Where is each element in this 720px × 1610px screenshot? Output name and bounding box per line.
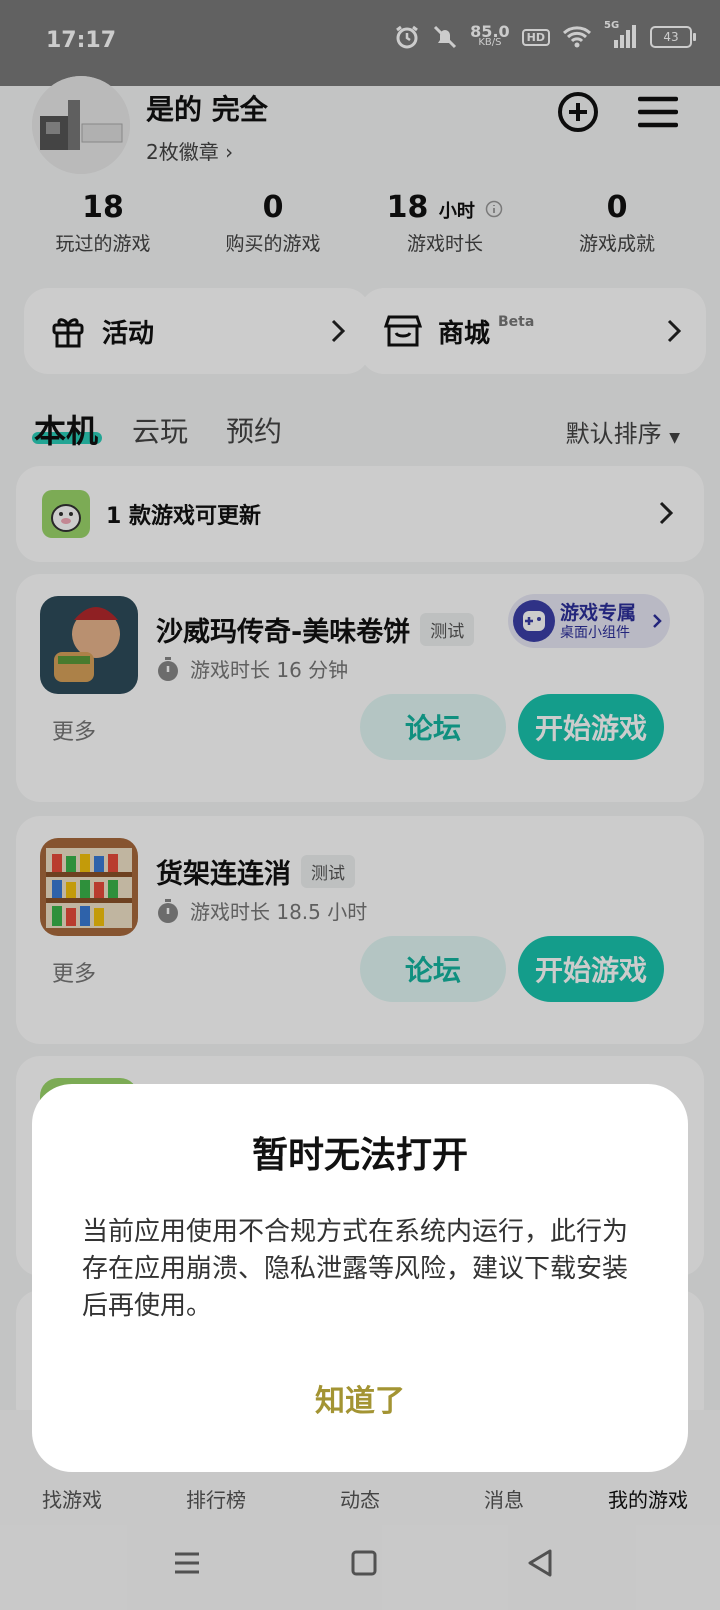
- dialog-ok-button[interactable]: 知道了: [32, 1376, 688, 1420]
- dialog-title: 暂时无法打开: [251, 1135, 468, 1176]
- alert-dialog: 暂时无法打开 当前应用使用不合规方式在系统内运行，此行为存在应用崩溃、隐私泄露等…: [32, 1084, 688, 1472]
- dialog-message: 当前应用使用不合规方式在系统内运行，此行为存在应用崩溃、隐私泄露等风险，建议下载…: [82, 1217, 629, 1321]
